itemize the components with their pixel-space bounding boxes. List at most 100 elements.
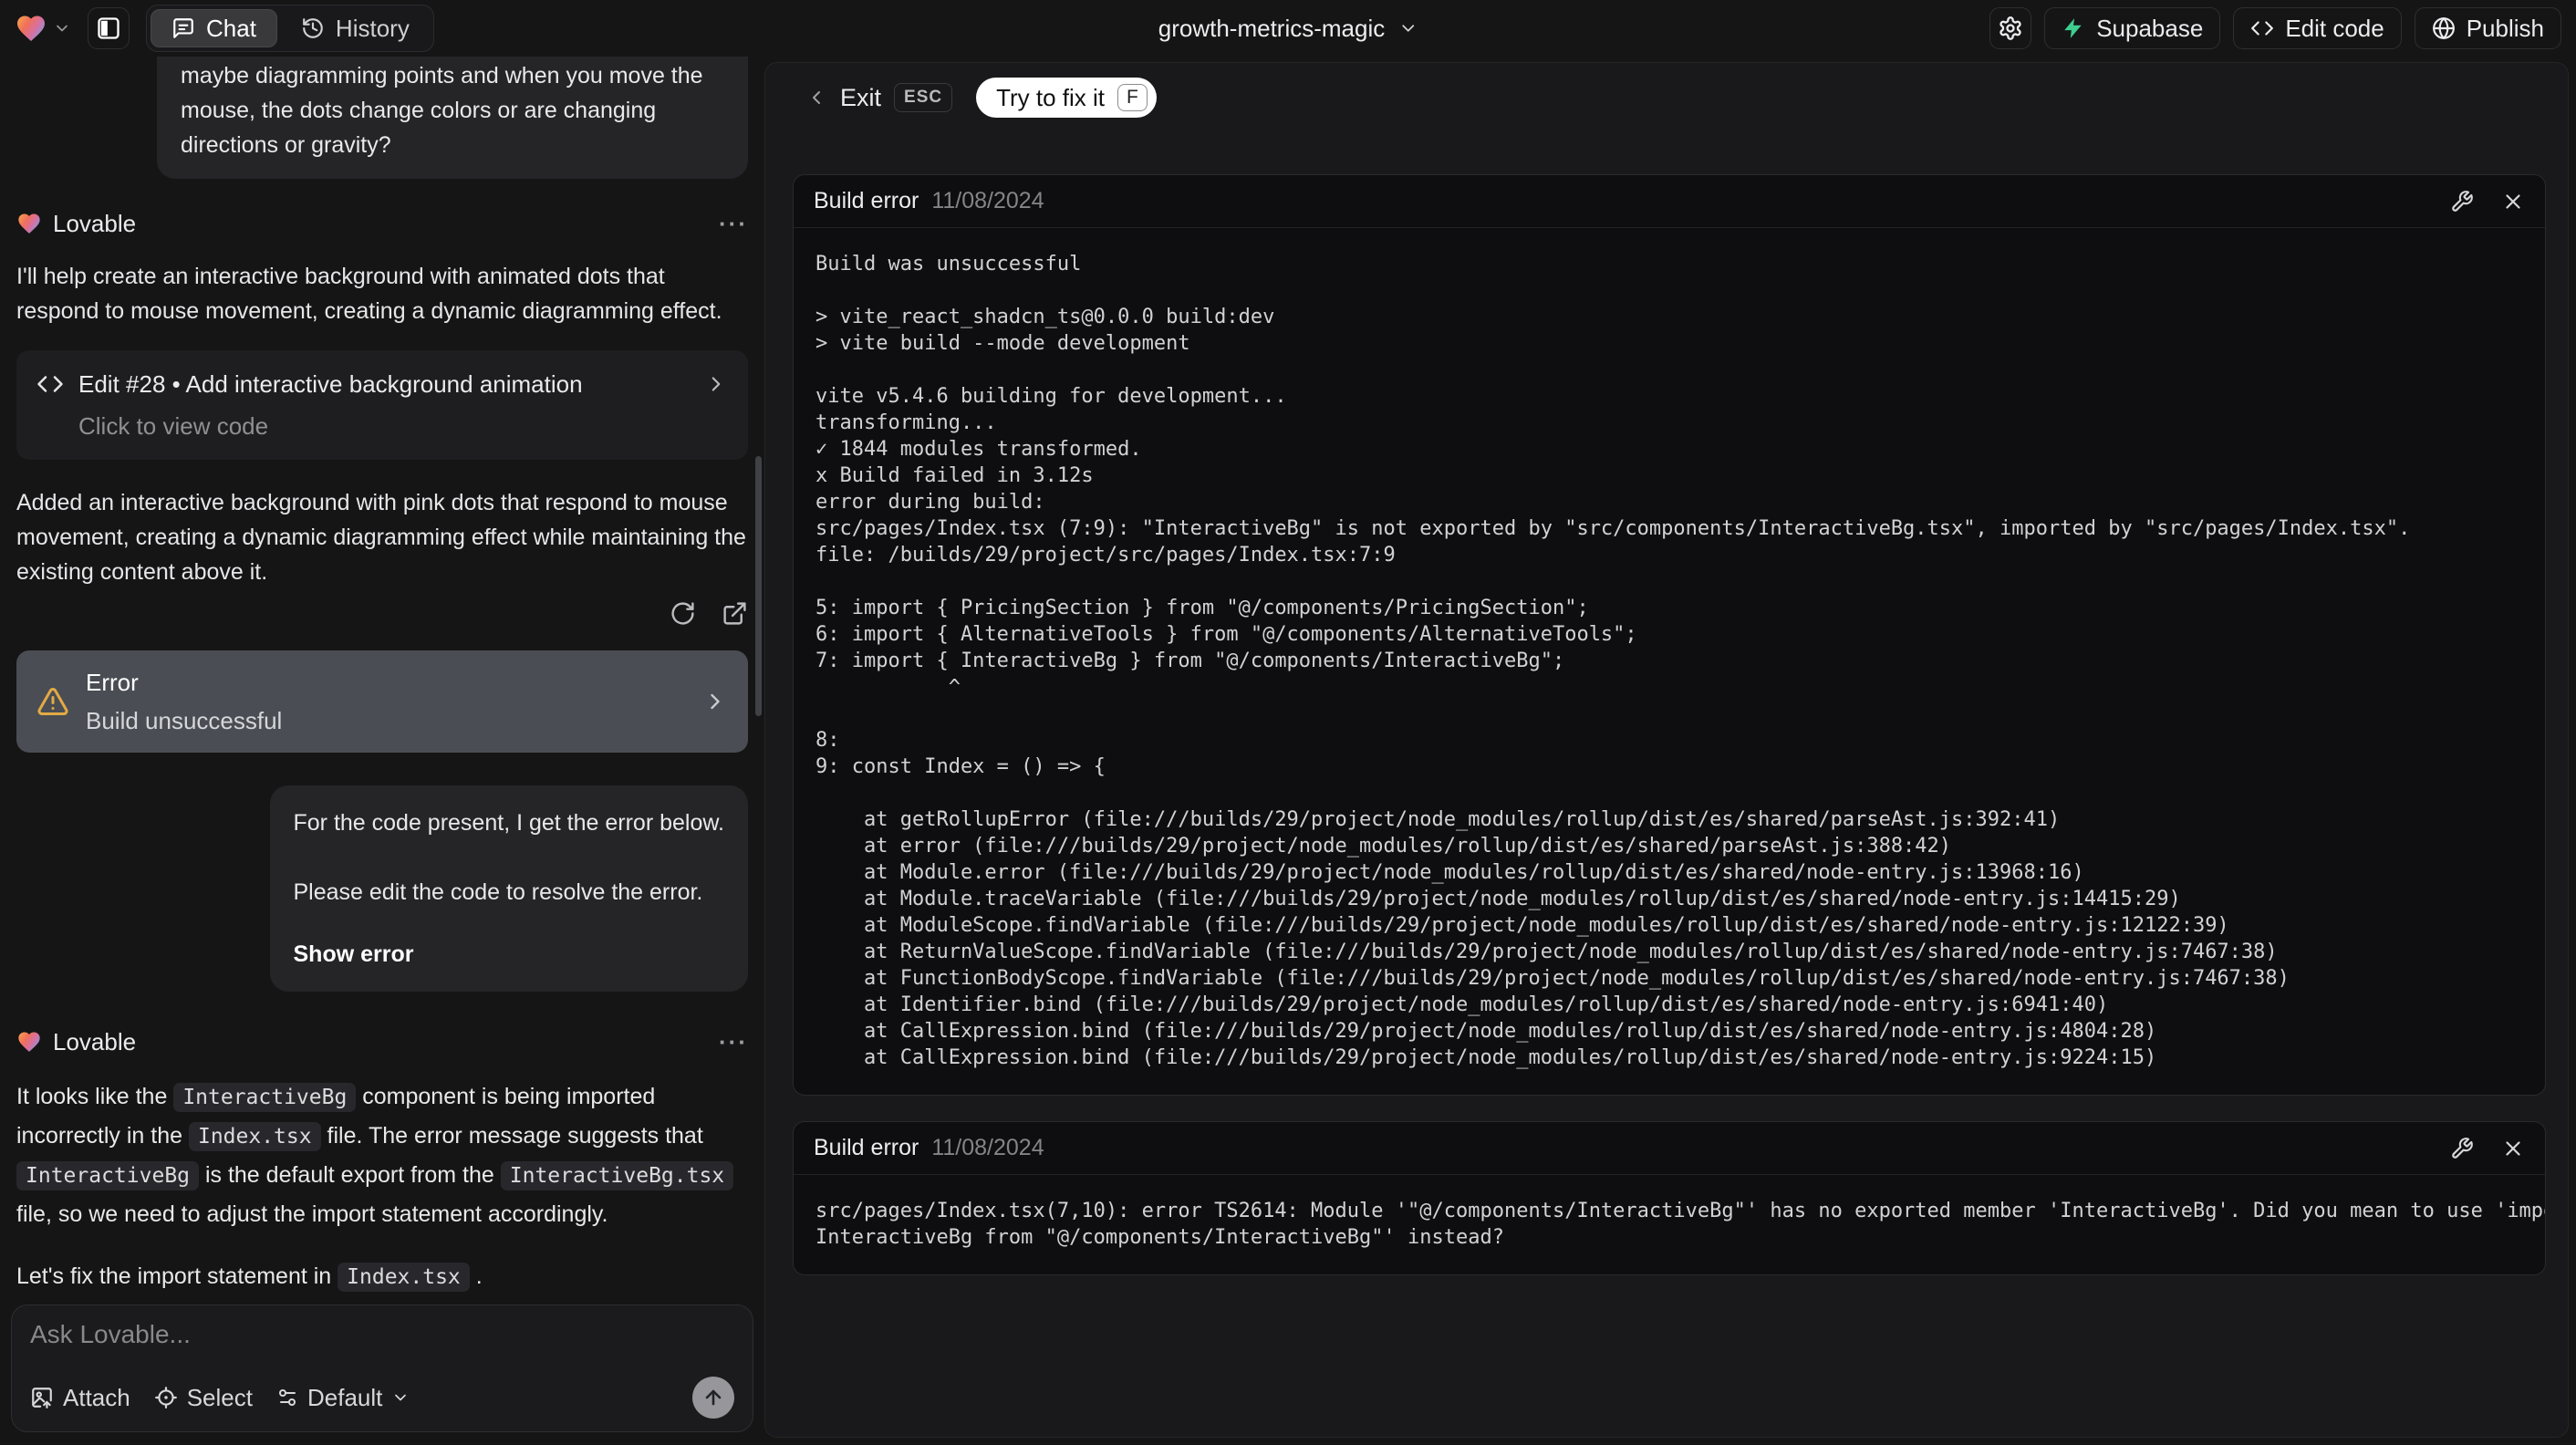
sliders-icon	[276, 1387, 298, 1409]
panel-left-icon	[96, 16, 121, 41]
exit-label: Exit	[840, 83, 882, 111]
composer-area: Attach Select Default	[0, 1294, 764, 1445]
arrow-up-icon	[702, 1387, 724, 1409]
wrench-icon	[2450, 1137, 2474, 1160]
view-tabs: Chat History	[146, 5, 434, 52]
close-icon	[2501, 190, 2525, 213]
close-button[interactable]	[2501, 190, 2525, 213]
build-error-panel: Exit ESC Try to fix it F Build error 11/…	[764, 62, 2569, 1438]
error-card-subtitle: Build unsuccessful	[86, 707, 283, 734]
user-message: maybe diagramming points and when you mo…	[157, 57, 748, 179]
user-message-text: maybe diagramming points and when you mo…	[181, 63, 703, 158]
supabase-button[interactable]: Supabase	[2044, 7, 2221, 49]
build-error-log: Build was unsuccessful > vite_react_shad…	[815, 253, 2411, 1069]
model-label: Default	[306, 1383, 383, 1411]
message-actions	[16, 600, 748, 627]
edit-card-28[interactable]: Edit #28 • Add interactive background an…	[16, 350, 748, 460]
lovable-app: Chat History growth-metrics-magic Supaba…	[0, 0, 2576, 1445]
project-switcher[interactable]: growth-metrics-magic	[1158, 15, 1418, 43]
chevron-down-icon	[53, 19, 71, 37]
build-error-title: Build error	[814, 1135, 919, 1160]
open-preview-icon[interactable]	[722, 600, 748, 627]
build-error-card-header: Build error 11/08/2024	[794, 1122, 2545, 1175]
model-picker-button[interactable]: Default	[276, 1384, 410, 1412]
edit-code-button[interactable]: Edit code	[2233, 7, 2402, 49]
sender-name: Lovable	[53, 1028, 137, 1055]
code-icon	[2250, 16, 2274, 40]
select-label: Select	[186, 1383, 253, 1411]
restore-icon[interactable]	[670, 600, 696, 627]
chevron-down-icon	[1397, 18, 1418, 38]
image-attach-icon	[30, 1386, 54, 1409]
chat-icon	[171, 16, 195, 40]
tab-history[interactable]: History	[281, 9, 430, 47]
build-error-title: Build error	[814, 188, 919, 213]
attach-button[interactable]: Attach	[30, 1384, 130, 1412]
lovable-heart-icon	[16, 211, 42, 236]
assistant-paragraph: It looks like the InteractiveBg componen…	[16, 1077, 748, 1233]
lovable-heart-icon	[16, 1029, 42, 1055]
assistant-paragraph: Added an interactive background with pin…	[16, 490, 746, 585]
send-button[interactable]	[692, 1377, 734, 1419]
esc-key-hint: ESC	[894, 83, 953, 112]
lovable-logo-menu[interactable]	[15, 12, 71, 45]
tab-chat[interactable]: Chat	[151, 9, 277, 47]
attach-label: Attach	[63, 1383, 130, 1411]
chat-panel: maybe diagramming points and when you mo…	[0, 57, 764, 1445]
try-to-fix-label: Try to fix it	[996, 83, 1106, 111]
edit-code-label: Edit code	[2285, 14, 2384, 42]
code-icon	[36, 370, 64, 398]
build-error-date: 11/08/2024	[931, 188, 1044, 213]
build-error-summary-card[interactable]: Error Build unsuccessful	[16, 650, 748, 753]
select-button[interactable]: Select	[154, 1384, 253, 1412]
close-icon	[2501, 1137, 2525, 1160]
error-card-title: Error	[86, 669, 139, 696]
show-error-link[interactable]: Show error	[294, 937, 725, 972]
history-icon	[301, 16, 325, 40]
exit-button[interactable]: Exit ESC	[805, 83, 953, 112]
user-message-line: For the code present, I get the error be…	[293, 810, 725, 836]
lovable-heart-icon	[15, 12, 47, 45]
chevron-down-icon	[391, 1388, 410, 1407]
message-more-menu[interactable]: ···	[719, 206, 748, 241]
build-error-log: src/pages/Index.tsx(7,10): error TS2614:…	[815, 1200, 2545, 1249]
chat-input[interactable]	[30, 1320, 734, 1349]
assistant-message-header: Lovable ···	[16, 1024, 748, 1059]
f-key-hint: F	[1117, 84, 1148, 111]
build-error-card-1: Build error 11/08/2024 Build was unsucce…	[793, 174, 2546, 1096]
edit-card-subtitle: Click to view code	[78, 412, 269, 440]
edit-card-title: Edit #28 • Add interactive background an…	[78, 370, 583, 398]
publish-button[interactable]: Publish	[2414, 7, 2561, 49]
assistant-paragraph: I'll help create an interactive backgrou…	[16, 264, 722, 324]
tab-chat-label: Chat	[206, 14, 256, 42]
settings-button[interactable]	[1989, 7, 2032, 49]
supabase-label: Supabase	[2096, 14, 2204, 42]
chat-scrollbar-thumb[interactable]	[755, 456, 762, 716]
globe-icon	[2432, 16, 2456, 40]
publish-label: Publish	[2466, 14, 2544, 42]
user-message: For the code present, I get the error be…	[269, 785, 748, 992]
fix-with-ai-button[interactable]	[2450, 190, 2474, 213]
target-select-icon	[154, 1386, 178, 1409]
sender-name: Lovable	[53, 210, 137, 237]
chevron-right-icon	[704, 372, 728, 396]
build-error-card-header: Build error 11/08/2024	[794, 175, 2545, 228]
warning-triangle-icon	[36, 685, 69, 718]
build-error-date: 11/08/2024	[931, 1135, 1044, 1160]
wrench-icon	[2450, 190, 2474, 213]
tab-history-label: History	[335, 14, 410, 42]
chevron-left-icon	[805, 87, 827, 109]
close-button[interactable]	[2501, 1137, 2525, 1160]
assistant-paragraph: Let's fix the import statement in Index.…	[16, 1257, 748, 1294]
composer: Attach Select Default	[11, 1305, 753, 1432]
gear-icon	[1998, 16, 2023, 41]
assistant-message-header: Lovable ···	[16, 206, 748, 241]
try-to-fix-button[interactable]: Try to fix it F	[976, 78, 1157, 118]
message-more-menu[interactable]: ···	[719, 1024, 748, 1059]
topbar: Chat History growth-metrics-magic Supaba…	[0, 0, 2576, 57]
fix-with-ai-button[interactable]	[2450, 1137, 2474, 1160]
supabase-bolt-icon	[2062, 16, 2085, 40]
chat-messages: maybe diagramming points and when you mo…	[0, 57, 764, 1294]
sidebar-toggle-button[interactable]	[88, 7, 130, 49]
fix-header: Exit ESC Try to fix it F	[805, 76, 2546, 120]
